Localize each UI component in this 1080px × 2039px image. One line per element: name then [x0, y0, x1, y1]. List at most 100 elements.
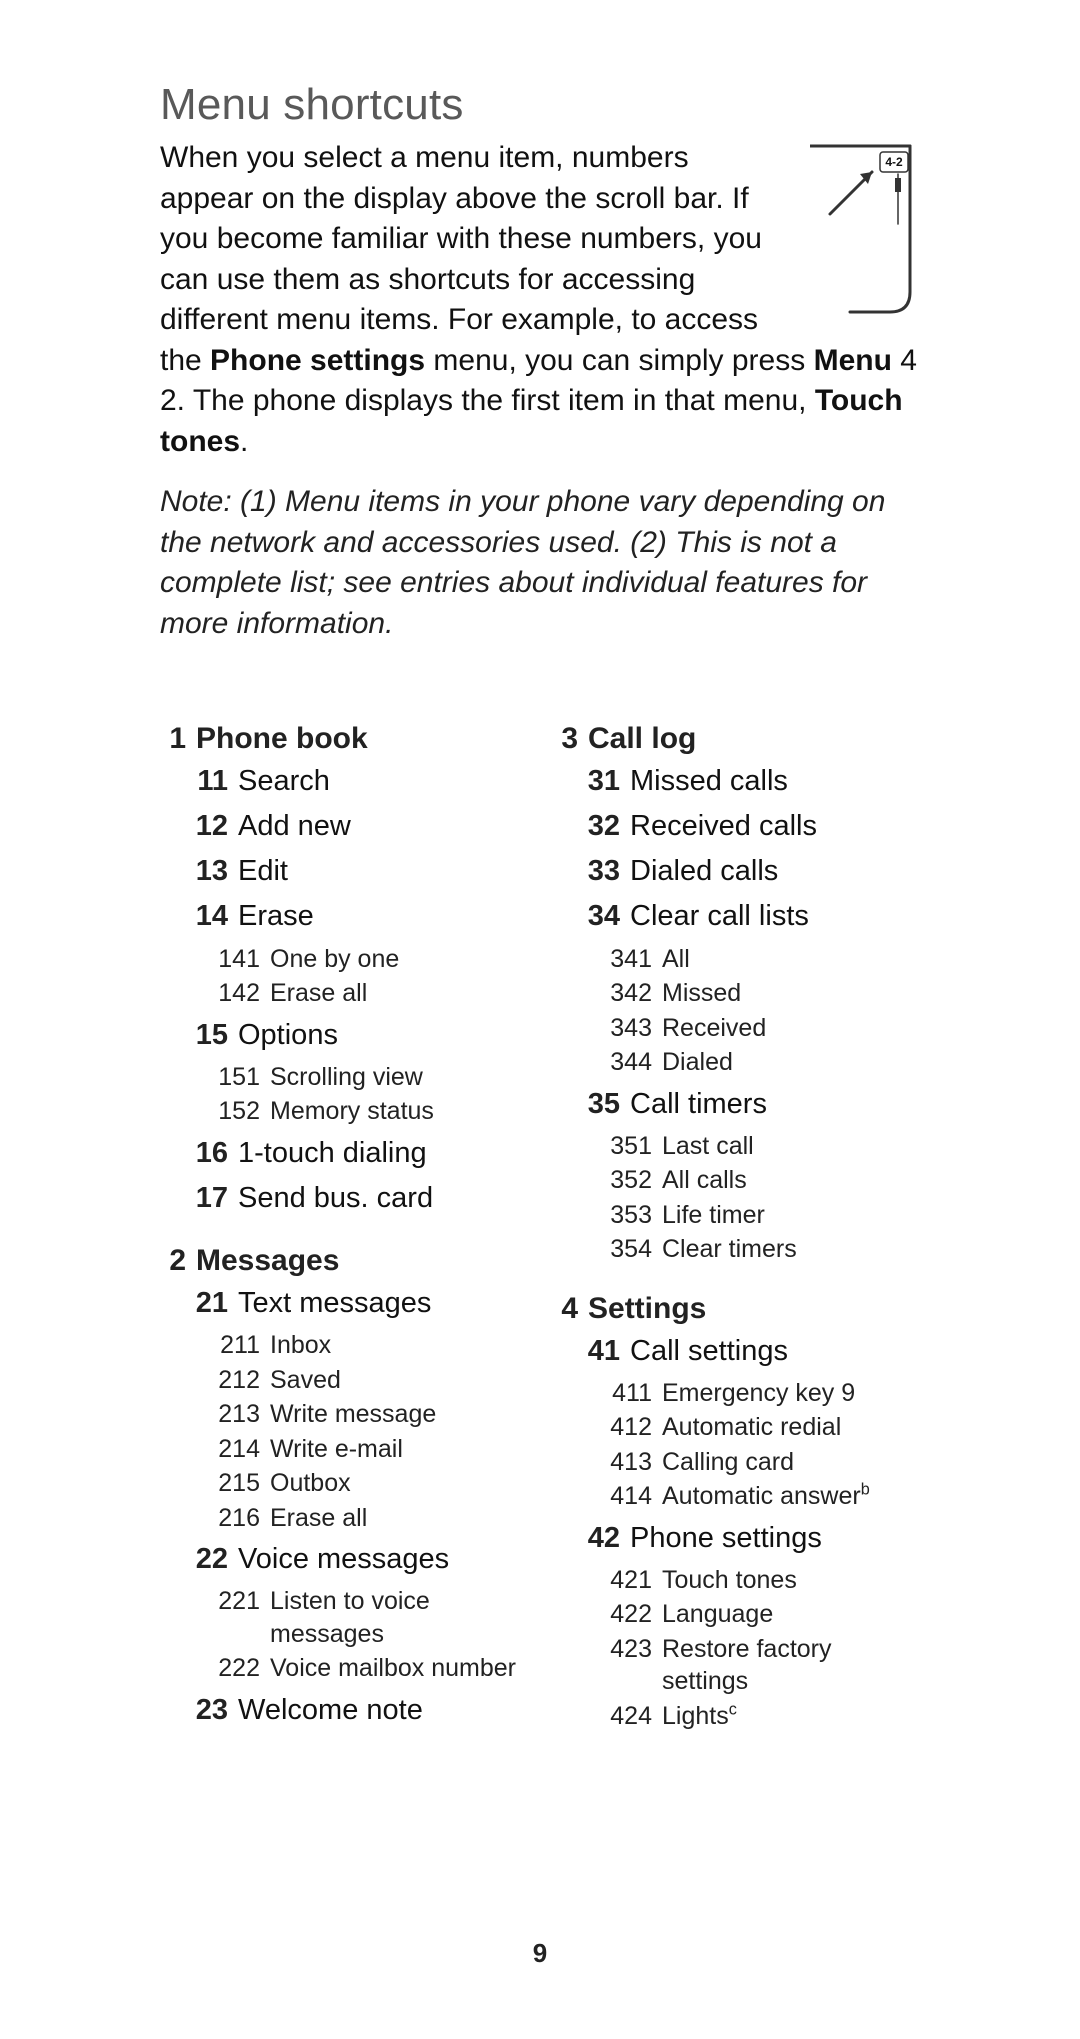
sub-item-number: 344	[552, 1046, 652, 1079]
item-label: Add new	[238, 807, 528, 846]
sub-item-row: 351Last call	[552, 1130, 920, 1163]
menu-item-row: 41Call settings	[552, 1332, 920, 1371]
menu-item-row: 23Welcome note	[160, 1691, 528, 1730]
sub-item-label: Received	[662, 1012, 920, 1045]
sub-item-row: 141 One by one	[160, 943, 528, 976]
menu-item-row: 13 Edit	[160, 852, 528, 891]
note-paragraph: Note: (1) Menu items in your phone vary …	[160, 482, 920, 644]
section-number: 1	[160, 722, 186, 756]
item-number: 14	[160, 897, 228, 936]
item-number: 11	[160, 762, 228, 801]
menu-columns: 1Phone book11Search12Add new13Edit14Eras…	[160, 722, 920, 1736]
menu-item: 14 Erase 141 One by one 142 Erase all	[160, 897, 528, 1009]
sub-item-number: 351	[552, 1130, 652, 1163]
item-number: 35	[552, 1085, 620, 1124]
left-column: 1Phone book11Search12Add new13Edit14Eras…	[160, 722, 528, 1736]
sub-item-row: 344Dialed	[552, 1046, 920, 1079]
sub-item-number: 141	[160, 943, 260, 976]
menu-item-row: 34Clear call lists	[552, 897, 920, 936]
item-label: Erase	[238, 897, 528, 936]
sub-item-row: 413Calling card	[552, 1446, 920, 1479]
sub-item-list: 141 One by one 142 Erase all	[160, 943, 528, 1010]
item-number: 23	[160, 1691, 228, 1730]
menu-item: 33Dialed calls	[552, 852, 920, 891]
item-label: Clear call lists	[630, 897, 920, 936]
display-illustration: 4-2	[810, 144, 920, 319]
sub-item-row: 412Automatic redial	[552, 1411, 920, 1444]
item-list: 41Call settings 411Emergency key 9412Auto…	[552, 1332, 920, 1733]
sub-item-row: 423Restore factory settings	[552, 1633, 920, 1698]
sub-item-number: 423	[552, 1633, 652, 1666]
sub-item-row: 216Erase all	[160, 1502, 528, 1535]
sub-item-list: 411Emergency key 9412Automatic redial413…	[552, 1377, 920, 1513]
item-number: 31	[552, 762, 620, 801]
section-head: 1Phone book	[160, 722, 528, 756]
sub-item-label: One by one	[270, 943, 528, 976]
intro-text-1: When you select a menu item, numbers app…	[160, 141, 762, 377]
menu-item-row: 21Text messages	[160, 1284, 528, 1323]
menu-item-row: 12 Add new	[160, 807, 528, 846]
page-number: 9	[0, 1938, 1080, 1969]
menu-item-row: 42Phone settings	[552, 1519, 920, 1558]
sub-item-label: All calls	[662, 1164, 920, 1197]
item-label: 1-touch dialing	[238, 1134, 528, 1173]
sub-item-number: 151	[160, 1061, 260, 1094]
sub-item-row: 142 Erase all	[160, 977, 528, 1010]
item-label: Missed calls	[630, 762, 920, 801]
menu-item: 34Clear call lists 341All342Missed343 Rece…	[552, 897, 920, 1078]
sub-item-label: Scrolling view	[270, 1061, 528, 1094]
item-label: Edit	[238, 852, 528, 891]
sub-item-row: 341All	[552, 943, 920, 976]
intro-block: 4-2 When you select a menu item, numbers…	[160, 138, 920, 462]
sub-item-number: 216	[160, 1502, 260, 1535]
sub-item-row: 414Automatic answerb	[552, 1480, 920, 1513]
menu-item: 35Call timers351Last call352All calls353…	[552, 1085, 920, 1266]
display-label-text: 4-2	[885, 155, 903, 169]
sub-item-number: 424	[552, 1700, 652, 1733]
sub-item-number: 411	[552, 1377, 652, 1410]
menu-item-row: 32 Received calls	[552, 807, 920, 846]
sub-item-label: Listen to voice messages	[270, 1585, 528, 1650]
sub-item-row: 422Language	[552, 1598, 920, 1631]
sub-item-number: 343	[552, 1012, 652, 1045]
right-column: 3Call log31Missed calls32Received calls3…	[552, 722, 920, 1736]
item-number: 22	[160, 1540, 228, 1579]
sub-item-label: Life timer	[662, 1199, 920, 1232]
section-head: 2Messages	[160, 1244, 528, 1278]
sub-item-number: 142	[160, 977, 260, 1010]
intro-text-2: menu, you can simply press	[425, 344, 814, 377]
sub-item-list: 151Scrolling view152Memory status	[160, 1061, 528, 1128]
sub-item-label: All	[662, 943, 920, 976]
sub-item-number: 222	[160, 1652, 260, 1685]
item-number: 13	[160, 852, 228, 891]
sub-item-number: 212	[160, 1364, 260, 1397]
sub-item-row: 353Life timer	[552, 1199, 920, 1232]
item-number: 12	[160, 807, 228, 846]
sub-item-number: 211	[160, 1329, 260, 1362]
footnote-marker: c	[729, 1701, 737, 1719]
item-label: Call timers	[630, 1085, 920, 1124]
sub-item-label: Outbox	[270, 1467, 528, 1500]
sub-item-row: 342Missed	[552, 977, 920, 1010]
sub-item-label: Erase all	[270, 977, 528, 1010]
menu-item-row: 31 Missed calls	[552, 762, 920, 801]
section-label: Settings	[588, 1292, 706, 1326]
item-number: 32	[552, 807, 620, 846]
sub-item-row: 424Lightsc	[552, 1700, 920, 1733]
sub-item-number: 215	[160, 1467, 260, 1500]
menu-item: 12 Add new	[160, 807, 528, 846]
menu-item-row: 33Dialed calls	[552, 852, 920, 891]
sub-item-number: 213	[160, 1398, 260, 1431]
intro-bold-1: Phone settings	[210, 344, 425, 377]
item-label: Received calls	[630, 807, 920, 846]
sub-item-list: 421Touch tones422Language423Restore fact…	[552, 1564, 920, 1733]
sub-item-number: 214	[160, 1433, 260, 1466]
sub-item-row: 212 Saved	[160, 1364, 528, 1397]
item-number: 42	[552, 1519, 620, 1558]
sub-item-label: Saved	[270, 1364, 528, 1397]
sub-item-label: Write e-mail	[270, 1433, 528, 1466]
sub-item-number: 354	[552, 1233, 652, 1266]
section-label: Call log	[588, 722, 696, 756]
item-number: 16	[160, 1134, 228, 1173]
menu-item: 15Options151Scrolling view152Memory stat…	[160, 1016, 528, 1128]
